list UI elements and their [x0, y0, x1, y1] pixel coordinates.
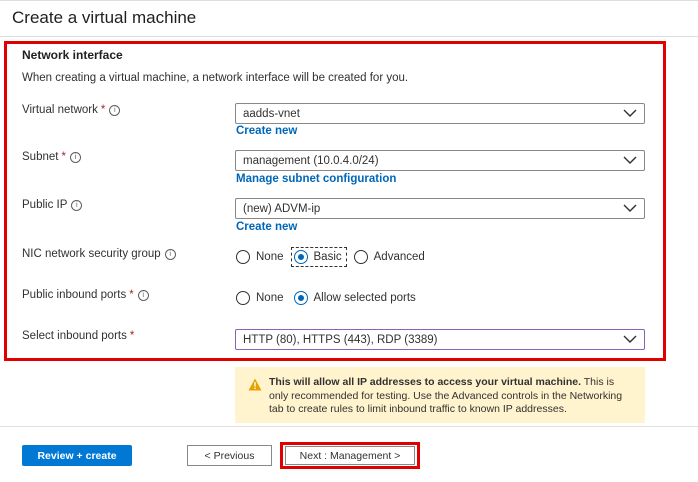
title-divider [0, 36, 698, 37]
page-title: Create a virtual machine [12, 8, 197, 27]
next-management-button[interactable]: Next : Management > [285, 446, 415, 465]
warning-icon [248, 378, 262, 391]
previous-button[interactable]: < Previous [187, 445, 272, 466]
warning-text: This will allow all IP addresses to acce… [269, 376, 635, 417]
section-highlight-box [4, 41, 666, 361]
footer-divider [0, 426, 698, 427]
warning-bold-text: This will allow all IP addresses to acce… [269, 376, 582, 388]
review-create-button[interactable]: Review + create [22, 445, 132, 466]
top-border [0, 0, 698, 1]
